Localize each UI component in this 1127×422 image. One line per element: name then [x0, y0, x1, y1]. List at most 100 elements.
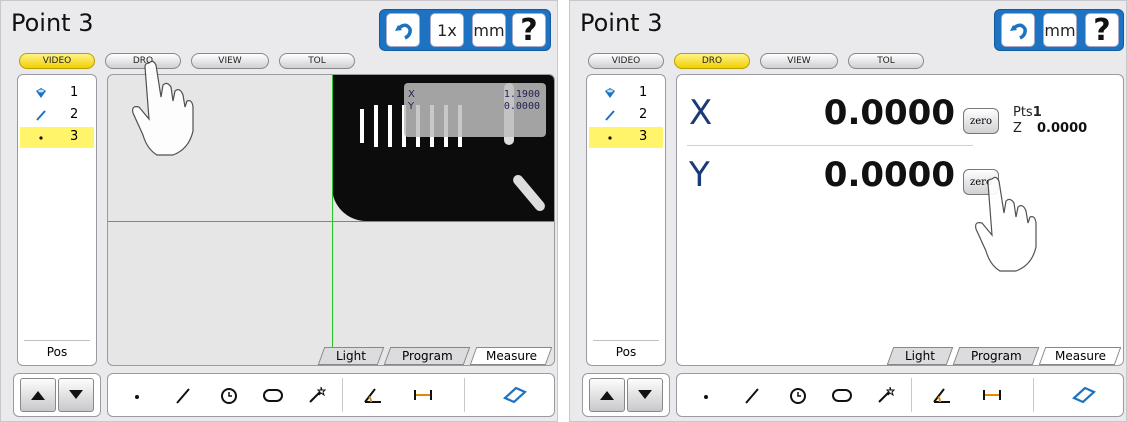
up-arrow-button[interactable] — [589, 378, 625, 412]
slot-tool-icon[interactable] — [831, 384, 853, 406]
feature-item-2[interactable]: 2 — [589, 105, 663, 126]
feature-number: 3 — [639, 129, 648, 144]
y-value: 0.0000 — [823, 155, 955, 195]
line-feature-icon — [605, 110, 615, 121]
divider — [687, 145, 973, 146]
readout-x-label: X — [408, 89, 415, 100]
line-feature-icon — [36, 110, 46, 121]
view-tab-light[interactable]: Light — [317, 347, 385, 365]
feature-number: 1 — [70, 85, 79, 100]
slot-tool-icon[interactable] — [262, 384, 284, 406]
view-tab-measure[interactable]: Measure — [1038, 347, 1122, 365]
nav-arrows — [13, 373, 101, 417]
up-arrow-icon — [31, 391, 45, 400]
divider — [24, 340, 90, 341]
rectangle-tool-icon[interactable] — [502, 384, 528, 406]
feature-list: 1 2 3 Pos — [586, 74, 666, 366]
point-tool-icon[interactable] — [126, 384, 148, 406]
feature-number: 3 — [70, 129, 79, 144]
down-arrow-icon — [638, 390, 652, 399]
distance-tool-icon[interactable] — [412, 384, 434, 406]
down-arrow-icon — [69, 390, 83, 399]
top-toolbar: 1x mm ? — [379, 9, 551, 51]
magnification-button[interactable]: 1x — [430, 13, 464, 47]
view-tab-light[interactable]: Light — [886, 347, 954, 365]
tab-tol[interactable]: TOL — [279, 53, 355, 69]
readout-y-value: 0.0000 — [503, 101, 540, 112]
pts-label: Pts — [1013, 105, 1033, 120]
units-button[interactable]: mm — [1043, 13, 1077, 47]
view-tab-program[interactable]: Program — [383, 347, 471, 365]
left-screen: Point 3 1x mm ? VIDEO DRO VIEW TOL 1 2 3… — [0, 0, 558, 422]
feature-number: 2 — [70, 107, 79, 122]
y-axis-label: Y — [689, 155, 710, 195]
view-tab-label: Program — [401, 349, 453, 363]
tab-video[interactable]: VIDEO — [19, 53, 95, 69]
distance-tool-icon[interactable] — [981, 384, 1003, 406]
divider — [911, 378, 912, 412]
tab-video[interactable]: VIDEO — [588, 53, 664, 69]
dro-view: X 0.0000 zero Pts1 Z 0.0000 Y 0.0000 zer… — [676, 74, 1124, 366]
undo-button[interactable] — [386, 13, 420, 47]
up-arrow-icon — [600, 391, 614, 400]
help-button[interactable]: ? — [1085, 13, 1119, 48]
right-screen: Point 3 mm ? VIDEO DRO VIEW TOL 1 2 3 Po… — [569, 0, 1127, 422]
point-tool-icon[interactable] — [695, 384, 717, 406]
undo-icon — [395, 23, 412, 40]
tab-dro[interactable]: DRO — [674, 53, 750, 69]
pos-label[interactable]: Pos — [18, 345, 96, 359]
page-title: Point 3 — [11, 9, 94, 37]
feature-item-1[interactable]: 1 — [589, 83, 663, 104]
feature-item-3[interactable]: 3 — [589, 127, 663, 148]
readout-x-value: 1.1900 — [503, 89, 540, 100]
view-tab-label: Light — [336, 349, 366, 363]
view-tab-label: Measure — [1054, 349, 1106, 363]
angle-tool-icon[interactable] — [931, 384, 953, 406]
zero-x-button[interactable]: zero — [963, 108, 999, 134]
crosshair-horizontal — [108, 221, 554, 222]
feature-item-3[interactable]: 3 — [20, 127, 94, 148]
auto-measure-icon[interactable] — [306, 384, 328, 406]
divider — [593, 340, 659, 341]
down-arrow-button[interactable] — [58, 378, 94, 412]
measure-toolbar — [676, 373, 1124, 417]
up-arrow-button[interactable] — [20, 378, 56, 412]
rectangle-tool-icon[interactable] — [1071, 384, 1097, 406]
divider — [464, 378, 465, 412]
feature-item-1[interactable]: 1 — [20, 83, 94, 104]
z-axis-label: Z — [1013, 121, 1022, 136]
view-tab-measure[interactable]: Measure — [469, 347, 553, 365]
circle-tool-icon[interactable] — [787, 384, 809, 406]
tab-view[interactable]: VIEW — [760, 53, 838, 69]
angle-tool-icon[interactable] — [362, 384, 384, 406]
pos-label[interactable]: Pos — [587, 345, 665, 359]
pointer-hand-icon — [132, 60, 194, 156]
down-arrow-button[interactable] — [627, 378, 663, 412]
feature-number: 1 — [639, 85, 648, 100]
feature-item-2[interactable]: 2 — [20, 105, 94, 126]
units-button[interactable]: mm — [472, 13, 506, 47]
feature-number: 2 — [639, 107, 648, 122]
pts-value: 1 — [1032, 105, 1042, 120]
crosshair-vertical — [332, 75, 333, 365]
tab-tol[interactable]: TOL — [848, 53, 924, 69]
circle-feature-icon — [605, 88, 615, 98]
line-tool-icon[interactable] — [741, 384, 763, 406]
measure-toolbar — [107, 373, 555, 417]
pts-count: Pts1 — [1013, 105, 1042, 120]
circle-feature-icon — [36, 88, 46, 98]
divider — [1033, 378, 1034, 412]
help-button[interactable]: ? — [512, 13, 546, 48]
view-tab-label: Measure — [485, 349, 537, 363]
point-feature-icon — [39, 136, 43, 140]
divider — [342, 378, 343, 412]
auto-measure-icon[interactable] — [875, 384, 897, 406]
x-axis-label: X — [689, 93, 713, 133]
view-tab-label: Light — [905, 349, 935, 363]
line-tool-icon[interactable] — [172, 384, 194, 406]
coordinate-readout: X 1.1900 Y 0.0000 — [404, 83, 546, 137]
circle-tool-icon[interactable] — [218, 384, 240, 406]
feature-list: 1 2 3 Pos — [17, 74, 97, 366]
undo-button[interactable] — [1001, 13, 1035, 47]
view-tab-program[interactable]: Program — [952, 347, 1040, 365]
